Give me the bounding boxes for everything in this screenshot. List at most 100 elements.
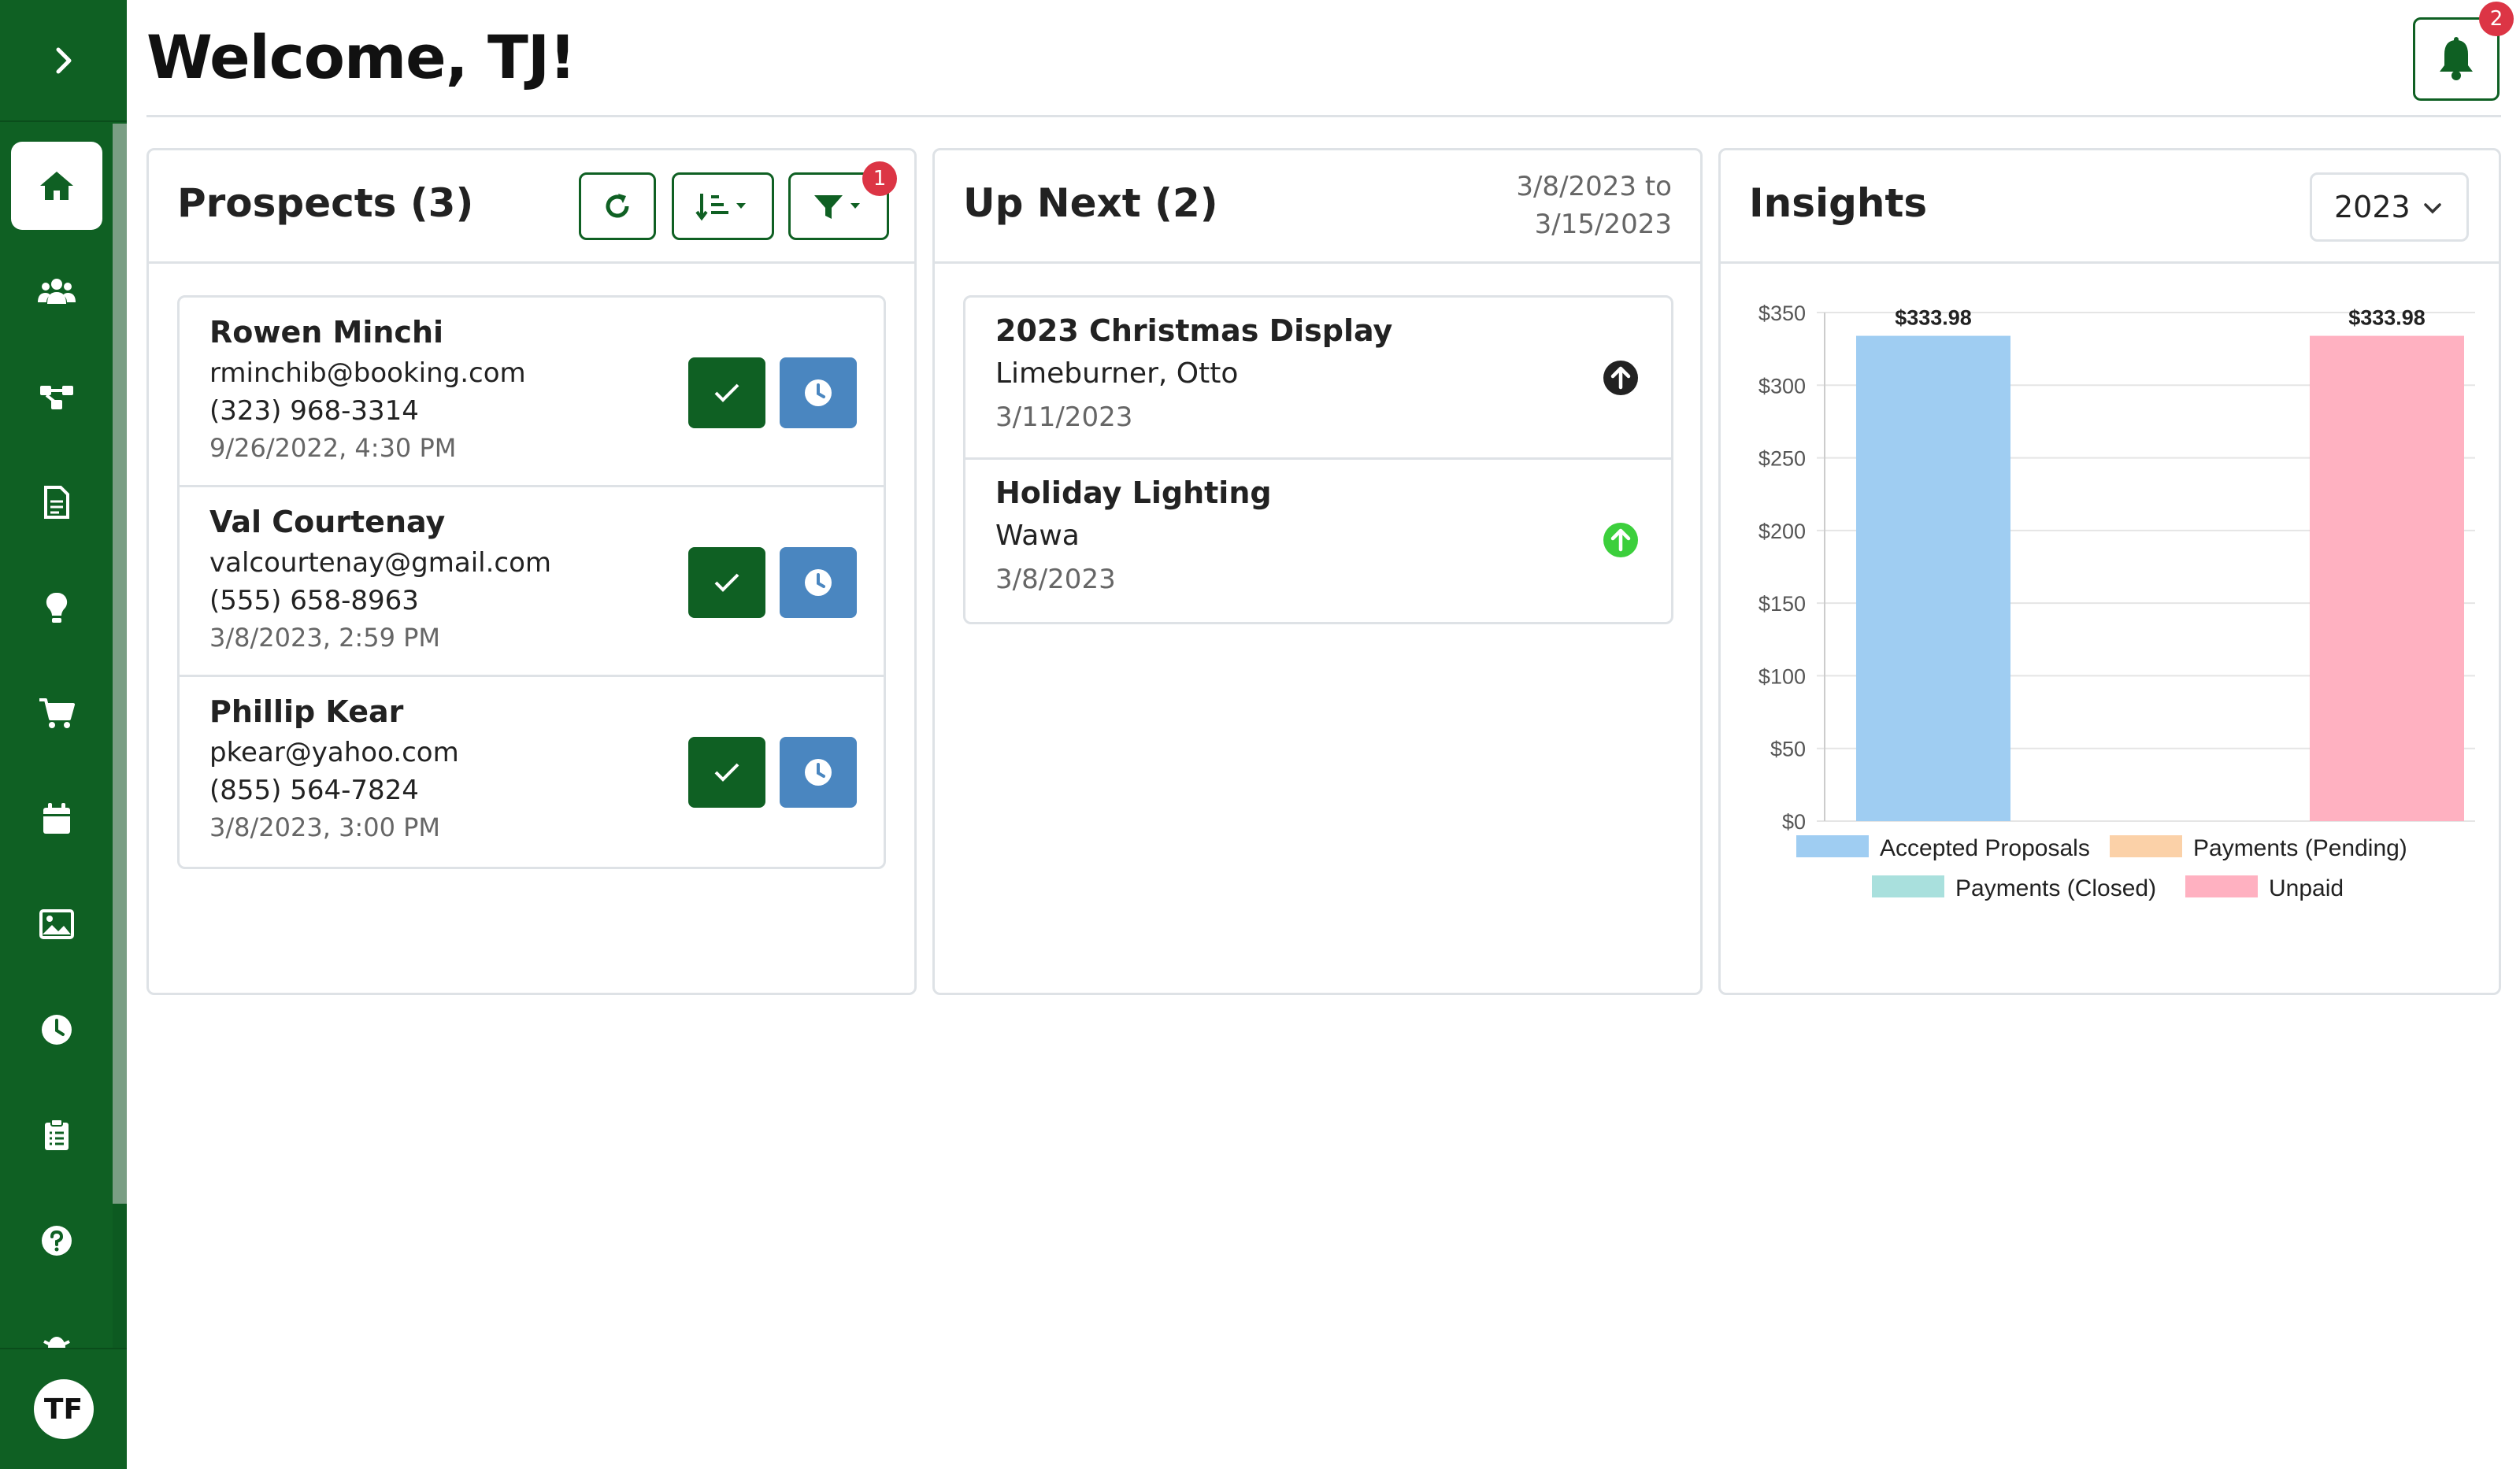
upnext-item-title: Holiday Lighting <box>995 475 1272 510</box>
upnext-title: Up Next (2) <box>963 180 1218 226</box>
refresh-button[interactable] <box>579 172 656 240</box>
home-icon <box>40 172 73 200</box>
filter-count-badge: 1 <box>862 161 897 196</box>
y-tick-label: $300 <box>1758 374 1806 398</box>
sidebar-scrollbar-thumb[interactable] <box>113 124 127 1204</box>
y-tick-label: $350 <box>1758 302 1806 325</box>
range-end: 3/15/2023 <box>1534 209 1672 240</box>
chevron-down-icon <box>2424 203 2441 214</box>
y-tick-label: $100 <box>1758 664 1806 688</box>
prospect-date: 3/8/2023, 3:00 PM <box>209 812 440 842</box>
sidebar-item-bug-report[interactable] <box>11 1299 102 1348</box>
prospects-list: Rowen Minchi rminchib@booking.com (323) … <box>177 295 886 869</box>
prospect-email: valcourtenay@gmail.com <box>209 547 552 579</box>
users-icon <box>38 279 76 304</box>
sidebar-item-documents[interactable] <box>11 458 102 546</box>
prospect-name: Rowen Minchi <box>209 315 444 350</box>
prospects-header: Prospects (3) 1 <box>149 150 914 264</box>
filter-icon <box>814 195 860 219</box>
sidebar-item-ideas[interactable] <box>11 564 102 652</box>
insights-card: Insights 2023 $0 $50 $100 $150 $200 $250 $300 $… <box>1718 148 2501 995</box>
upnext-item-client: Limeburner, Otto <box>995 357 1239 390</box>
sidebar-item-tasks[interactable] <box>11 1091 102 1179</box>
sidebar-item-workflow[interactable] <box>11 353 102 441</box>
snooze-prospect-button[interactable] <box>780 737 857 808</box>
check-icon <box>714 763 739 782</box>
upnext-item[interactable]: 2023 Christmas Display Limeburner, Otto … <box>965 298 1671 460</box>
legend-label: Accepted Proposals <box>1880 835 2090 861</box>
y-tick-label: $200 <box>1758 520 1806 543</box>
prospect-item[interactable]: Phillip Kear pkear@yahoo.com (855) 564-7… <box>180 677 884 867</box>
bar <box>2310 335 2464 821</box>
sidebar-item-users[interactable] <box>11 247 102 335</box>
check-icon <box>714 383 739 402</box>
prospect-item[interactable]: Rowen Minchi rminchib@booking.com (323) … <box>180 298 884 487</box>
check-icon <box>714 573 739 592</box>
sidebar-item-calendar[interactable] <box>11 775 102 863</box>
prospect-name: Phillip Kear <box>209 694 404 729</box>
legend-label: Unpaid <box>2269 875 2344 901</box>
upnext-list: 2023 Christmas Display Limeburner, Otto … <box>963 295 1673 624</box>
prospect-date: 3/8/2023, 2:59 PM <box>209 623 440 653</box>
sidebar-item-help[interactable] <box>11 1197 102 1285</box>
sidebar-item-store[interactable] <box>11 669 102 757</box>
prospect-phone: (855) 564-7824 <box>209 775 419 806</box>
sidebar-item-gallery[interactable] <box>11 880 102 968</box>
sidebar-item-home[interactable] <box>11 142 102 230</box>
sidebar-footer: TF <box>0 1348 127 1469</box>
prospect-email: pkear@yahoo.com <box>209 737 459 768</box>
sort-button[interactable] <box>672 172 774 240</box>
insights-bar-chart: $0 $50 $100 $150 $200 $250 $300 $350 $333.98 $333… <box>1758 302 2475 901</box>
year-select-value: 2023 <box>2334 190 2411 224</box>
bell-icon <box>2440 37 2473 80</box>
accept-prospect-button[interactable] <box>688 547 765 618</box>
prospect-email: rminchib@booking.com <box>209 357 526 389</box>
legend-swatch <box>1796 835 1869 857</box>
accept-prospect-button[interactable] <box>688 357 765 428</box>
upnext-date-range: 3/8/2023 to 3/15/2023 <box>1516 168 1672 243</box>
calendar-icon <box>43 803 70 834</box>
snooze-prospect-button[interactable] <box>780 547 857 618</box>
refresh-icon <box>606 194 629 218</box>
upnext-header: Up Next (2) 3/8/2023 to 3/15/2023 <box>935 150 1700 264</box>
legend-swatch <box>2110 835 2182 857</box>
y-tick-label: $250 <box>1758 447 1806 471</box>
y-tick-label: $50 <box>1770 738 1806 761</box>
snooze-prospect-button[interactable] <box>780 357 857 428</box>
chevron-right-icon <box>56 47 71 73</box>
upnext-item-date: 3/8/2023 <box>995 564 1116 595</box>
sidebar-item-time[interactable] <box>11 986 102 1074</box>
upnext-item-client: Wawa <box>995 520 1080 552</box>
bar <box>1856 335 2010 821</box>
year-select[interactable]: 2023 <box>2310 172 2469 242</box>
y-tick-label: $150 <box>1758 592 1806 616</box>
legend-label: Payments (Pending) <box>2193 835 2407 861</box>
clock-icon <box>42 1015 72 1045</box>
prospects-title: Prospects (3) <box>177 180 474 226</box>
clipboard-icon <box>45 1119 69 1150</box>
legend-swatch <box>2185 875 2258 897</box>
title-divider <box>146 115 2501 117</box>
clock-icon <box>805 759 832 786</box>
upnext-item[interactable]: Holiday Lighting Wawa 3/8/2023 <box>965 460 1671 622</box>
bar-data-label: $333.98 <box>1895 306 1972 330</box>
user-avatar[interactable]: TF <box>33 1379 94 1439</box>
prospect-phone: (555) 658-8963 <box>209 585 419 616</box>
sidebar-expand-button[interactable] <box>0 0 127 122</box>
cart-icon <box>39 698 75 728</box>
accept-prospect-button[interactable] <box>688 737 765 808</box>
prospect-phone: (323) 968-3314 <box>209 395 419 427</box>
y-tick-label: $0 <box>1782 810 1806 834</box>
lightbulb-icon <box>46 592 68 623</box>
sort-icon <box>695 194 746 221</box>
range-start: 3/8/2023 to <box>1516 171 1672 202</box>
prospect-name: Val Courtenay <box>209 505 446 539</box>
prospect-item[interactable]: Val Courtenay valcourtenay@gmail.com (55… <box>180 487 884 677</box>
workflow-icon <box>40 386 73 409</box>
bar-data-label: $333.98 <box>2348 306 2426 330</box>
prospect-date: 9/26/2022, 4:30 PM <box>209 433 457 463</box>
prospects-card: Prospects (3) 1 Rowen Minchi rminchib@bo… <box>146 148 917 995</box>
notification-count-badge: 2 <box>2479 2 2514 36</box>
insights-header: Insights 2023 <box>1721 150 2499 264</box>
bug-icon <box>43 1337 70 1348</box>
